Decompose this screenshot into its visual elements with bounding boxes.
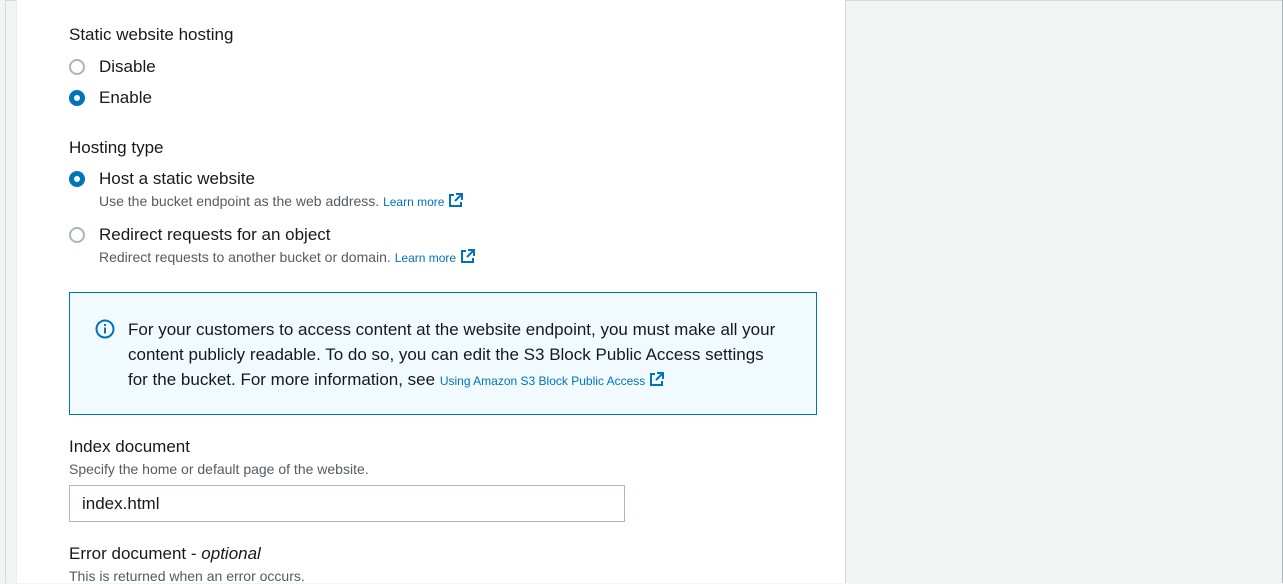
redirect-description: Redirect requests to another bucket or d…: [99, 249, 476, 267]
host-static-description-text: Use the bucket endpoint as the web addre…: [99, 193, 380, 209]
error-document-label: Error document - optional: [69, 544, 261, 564]
external-link-icon[interactable]: [460, 249, 476, 267]
radio-enable[interactable]: [69, 90, 85, 106]
static-hosting-label: Static website hosting: [69, 25, 234, 44]
radio-disable[interactable]: [69, 59, 85, 75]
radio-host-static-label[interactable]: Host a static website: [99, 169, 255, 189]
info-alert: For your customers to access content at …: [69, 292, 817, 415]
radio-host-static[interactable]: [69, 171, 85, 187]
external-link-icon[interactable]: [649, 369, 665, 394]
learn-more-link-host[interactable]: Learn more: [383, 195, 444, 209]
info-icon: [95, 319, 115, 344]
external-link-icon[interactable]: [448, 193, 464, 211]
radio-redirect[interactable]: [69, 227, 85, 243]
hosting-type-label: Hosting type: [69, 138, 164, 157]
error-document-description: This is returned when an error occurs.: [69, 568, 305, 584]
index-document-label: Index document: [69, 437, 190, 456]
error-document-label-text: Error document: [69, 544, 187, 563]
left-gutter: [0, 0, 6, 583]
learn-more-link-redirect[interactable]: Learn more: [395, 251, 456, 265]
redirect-description-text: Redirect requests to another bucket or d…: [99, 249, 391, 265]
index-document-description: Specify the home or default page of the …: [69, 461, 369, 477]
radio-disable-label[interactable]: Disable: [99, 57, 156, 77]
radio-enable-label[interactable]: Enable: [99, 88, 152, 108]
host-static-description: Use the bucket endpoint as the web addre…: [99, 193, 464, 211]
index-document-input[interactable]: [69, 485, 625, 522]
error-document-optional: optional: [201, 544, 261, 563]
error-document-optional-sep: -: [186, 544, 202, 563]
block-public-access-link[interactable]: Using Amazon S3 Block Public Access: [440, 374, 645, 388]
radio-redirect-label[interactable]: Redirect requests for an object: [99, 225, 331, 245]
info-message: For your customers to access content at …: [128, 317, 788, 394]
